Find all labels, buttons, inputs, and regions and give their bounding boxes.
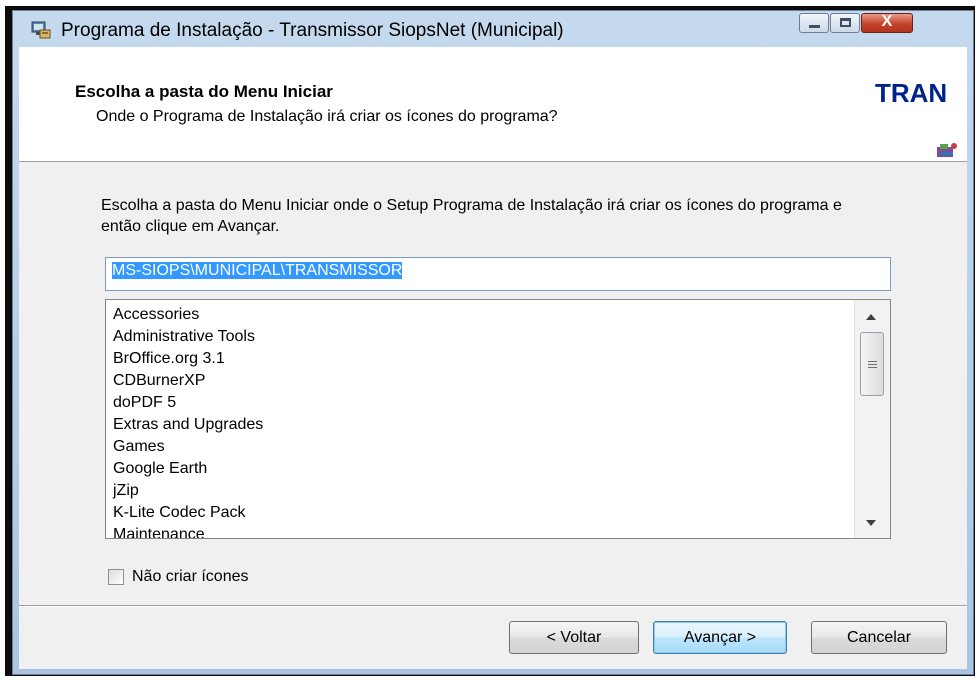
- selected-folder-path: MS-SIOPS\MUNICIPAL\TRANSMISSOR: [112, 262, 403, 279]
- minimize-button[interactable]: [799, 13, 829, 33]
- close-button[interactable]: X: [861, 13, 913, 33]
- list-item[interactable]: Maintenance: [113, 524, 263, 538]
- list-item[interactable]: Games: [113, 436, 263, 458]
- list-item[interactable]: jZip: [113, 480, 263, 502]
- folder-list-scrollbar[interactable]: [854, 300, 890, 538]
- scroll-down-arrow-icon[interactable]: [866, 520, 876, 526]
- folder-list-items: Accessories Administrative Tools BrOffic…: [113, 304, 263, 538]
- start-menu-folder-list[interactable]: Accessories Administrative Tools BrOffic…: [105, 299, 891, 539]
- list-item[interactable]: Extras and Upgrades: [113, 414, 263, 436]
- list-item[interactable]: BrOffice.org 3.1: [113, 348, 263, 370]
- transmitter-logo-icon: [937, 143, 957, 157]
- list-item[interactable]: K-Lite Codec Pack: [113, 502, 263, 524]
- installer-window: Programa de Instalação - Transmissor Sio…: [12, 10, 974, 675]
- page-title: Escolha a pasta do Menu Iniciar: [75, 82, 333, 101]
- grip-icon: [868, 361, 877, 362]
- list-item[interactable]: CDBurnerXP: [113, 370, 263, 392]
- scroll-up-arrow-icon[interactable]: [866, 314, 876, 320]
- window-title: Programa de Instalação - Transmissor Sio…: [61, 20, 564, 41]
- maximize-icon: [840, 18, 851, 27]
- installer-computer-icon: [31, 21, 51, 39]
- footer-divider: [19, 605, 967, 607]
- scrollbar-thumb[interactable]: [860, 332, 884, 396]
- close-icon: X: [881, 13, 893, 30]
- list-item[interactable]: doPDF 5: [113, 392, 263, 414]
- page-subtitle: Onde o Programa de Instalação irá criar …: [96, 108, 558, 125]
- back-button[interactable]: < Voltar: [509, 621, 639, 654]
- title-bar[interactable]: Programa de Instalação - Transmissor Sio…: [13, 11, 973, 47]
- brand-logo-text: TRAN: [875, 78, 948, 108]
- start-menu-folder-input[interactable]: MS-SIOPS\MUNICIPAL\TRANSMISSOR: [105, 257, 891, 291]
- cancel-button[interactable]: Cancelar: [811, 621, 947, 654]
- minimize-icon: [809, 25, 820, 28]
- no-icons-label[interactable]: Não criar ícones: [132, 568, 249, 586]
- instructions-text: Escolha a pasta do Menu Iniciar onde o S…: [101, 197, 842, 235]
- maximize-button[interactable]: [830, 13, 860, 33]
- list-item[interactable]: Administrative Tools: [113, 326, 263, 348]
- list-item[interactable]: Accessories: [113, 304, 263, 326]
- next-button[interactable]: Avançar >: [653, 621, 787, 654]
- list-item[interactable]: Google Earth: [113, 458, 263, 480]
- no-icons-checkbox[interactable]: [108, 569, 124, 585]
- dialog-client-area: Escolha a pasta do Menu Iniciar Onde o P…: [19, 47, 967, 669]
- wizard-header: Escolha a pasta do Menu Iniciar Onde o P…: [19, 47, 967, 162]
